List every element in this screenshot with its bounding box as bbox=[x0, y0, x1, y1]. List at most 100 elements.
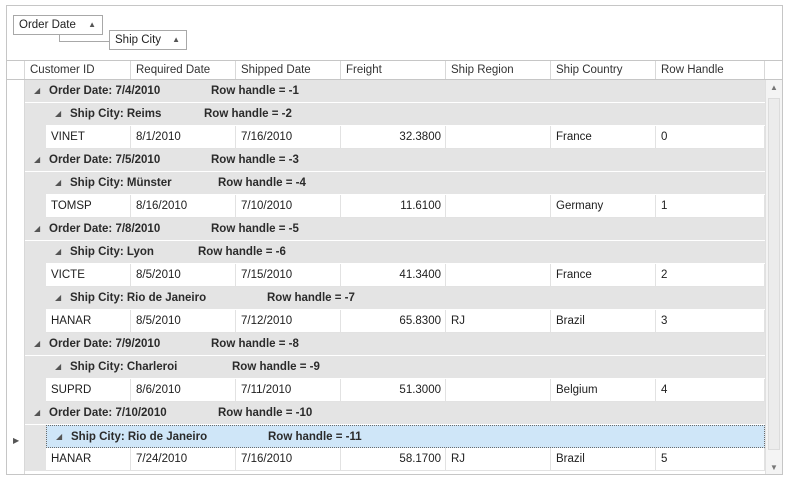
table-cell[interactable]: France bbox=[551, 126, 656, 148]
group-row-ship-city[interactable]: ◢ Ship City: Charleroi Row handle = -9 bbox=[46, 356, 765, 379]
group-indent bbox=[25, 195, 46, 218]
group-row-ship-city[interactable]: ◢ Ship City: Rio de Janeiro Row handle = -… bbox=[46, 425, 765, 448]
scroll-down-icon[interactable]: ▼ bbox=[766, 460, 782, 474]
collapse-group-icon[interactable]: ◢ bbox=[55, 241, 61, 263]
group-button-order-date[interactable]: Order Date ▲ bbox=[13, 15, 103, 35]
vertical-scrollbar[interactable]: ▲ ▼ bbox=[765, 80, 782, 474]
table-cell[interactable]: VINET bbox=[46, 126, 131, 148]
table-cell[interactable]: HANAR bbox=[46, 310, 131, 332]
table-cell[interactable]: 58.1700 bbox=[341, 448, 446, 470]
table-cell[interactable]: 8/6/2010 bbox=[131, 379, 236, 401]
group-row-order-date[interactable]: ◢ Order Date: 7/10/2010 Row handle = -10 bbox=[25, 402, 765, 425]
table-row[interactable]: TOMSP 8/16/2010 7/10/2010 11.6100 Germany 1 bbox=[46, 195, 765, 218]
table-cell[interactable]: 7/12/2010 bbox=[236, 310, 341, 332]
table-row[interactable]: VINET 8/1/2010 7/16/2010 32.3800 France 0 bbox=[46, 126, 765, 149]
group-row-order-date[interactable]: ◢ Order Date: 7/5/2010 Row handle = -3 bbox=[25, 149, 765, 172]
group-row-handle: Row handle = -9 bbox=[232, 361, 320, 373]
scrollbar-thumb[interactable] bbox=[768, 98, 780, 450]
collapse-group-icon[interactable]: ◢ bbox=[56, 426, 62, 448]
column-header-required-date[interactable]: Required Date bbox=[131, 61, 236, 79]
table-cell[interactable] bbox=[446, 379, 551, 401]
table-cell[interactable]: 65.8300 bbox=[341, 310, 446, 332]
group-button-label: Order Date bbox=[19, 19, 76, 31]
data-grid[interactable]: Order Date ▲ Ship City ▲ Customer ID Req… bbox=[6, 5, 783, 475]
group-row-ship-city[interactable]: ◢ Ship City: Rio de Janeiro Row handle = -… bbox=[46, 287, 765, 310]
group-indent bbox=[25, 264, 46, 287]
table-cell[interactable]: 51.3000 bbox=[341, 379, 446, 401]
group-row-ship-city[interactable]: ◢ Ship City: Münster Row handle = -4 bbox=[46, 172, 765, 195]
table-cell[interactable]: 11.6100 bbox=[341, 195, 446, 217]
group-row-label: Order Date: 7/10/2010 bbox=[49, 407, 167, 419]
collapse-group-icon[interactable]: ◢ bbox=[55, 356, 61, 378]
table-cell[interactable]: 0 bbox=[656, 126, 765, 148]
table-cell[interactable]: 8/5/2010 bbox=[131, 310, 236, 332]
table-cell[interactable]: TOMSP bbox=[46, 195, 131, 217]
table-cell[interactable]: 3 bbox=[656, 310, 765, 332]
table-cell[interactable]: 8/16/2010 bbox=[131, 195, 236, 217]
group-row-label: Ship City: Lyon bbox=[70, 246, 154, 258]
collapse-group-icon[interactable]: ◢ bbox=[34, 402, 40, 424]
table-cell[interactable]: 8/5/2010 bbox=[131, 264, 236, 286]
group-row-label: Ship City: Rio de Janeiro bbox=[70, 292, 207, 304]
table-cell[interactable] bbox=[446, 126, 551, 148]
table-row[interactable]: SUPRD 8/6/2010 7/11/2010 51.3000 Belgium 4 bbox=[46, 379, 765, 402]
group-row-ship-city[interactable]: ◢ Ship City: Lyon Row handle = -6 bbox=[46, 241, 765, 264]
table-cell[interactable]: HANAR bbox=[46, 448, 131, 470]
group-row-handle: Row handle = -4 bbox=[218, 177, 306, 189]
table-cell[interactable] bbox=[446, 264, 551, 286]
header-indicator-cell bbox=[7, 61, 25, 79]
column-header-customer-id[interactable]: Customer ID bbox=[25, 61, 131, 79]
table-cell[interactable]: 7/24/2010 bbox=[131, 448, 236, 470]
table-cell[interactable]: 32.3800 bbox=[341, 126, 446, 148]
table-cell[interactable]: 4 bbox=[656, 379, 765, 401]
table-cell[interactable]: 7/15/2010 bbox=[236, 264, 341, 286]
table-cell[interactable]: 7/16/2010 bbox=[236, 448, 341, 470]
table-cell[interactable]: Germany bbox=[551, 195, 656, 217]
table-cell[interactable]: France bbox=[551, 264, 656, 286]
table-cell[interactable]: 2 bbox=[656, 264, 765, 286]
collapse-group-icon[interactable]: ◢ bbox=[55, 103, 61, 125]
group-indent bbox=[25, 379, 46, 402]
table-cell[interactable]: RJ bbox=[446, 310, 551, 332]
column-header-shipped-date[interactable]: Shipped Date bbox=[236, 61, 341, 79]
group-button-ship-city[interactable]: Ship City ▲ bbox=[109, 30, 187, 50]
column-header-row-handle[interactable]: Row Handle bbox=[656, 61, 765, 79]
column-header-ship-country[interactable]: Ship Country bbox=[551, 61, 656, 79]
group-panel[interactable]: Order Date ▲ Ship City ▲ bbox=[7, 6, 782, 60]
table-cell[interactable]: 1 bbox=[656, 195, 765, 217]
group-row-ship-city[interactable]: ◢ Ship City: Reims Row handle = -2 bbox=[46, 103, 765, 126]
table-cell[interactable]: RJ bbox=[446, 448, 551, 470]
collapse-group-icon[interactable]: ◢ bbox=[34, 333, 40, 355]
table-row[interactable]: HANAR 7/24/2010 7/16/2010 58.1700 RJ Brazil 5 bbox=[46, 448, 765, 471]
table-cell[interactable]: Brazil bbox=[551, 310, 656, 332]
collapse-group-icon[interactable]: ◢ bbox=[34, 218, 40, 240]
table-cell[interactable]: 41.3400 bbox=[341, 264, 446, 286]
table-row[interactable]: VICTE 8/5/2010 7/15/2010 41.3400 France 2 bbox=[46, 264, 765, 287]
collapse-group-icon[interactable]: ◢ bbox=[34, 149, 40, 171]
group-row-handle: Row handle = -11 bbox=[268, 431, 362, 443]
table-row[interactable]: HANAR 8/5/2010 7/12/2010 65.8300 RJ Brazil 3 bbox=[46, 310, 765, 333]
group-row-handle: Row handle = -5 bbox=[211, 223, 299, 235]
group-row-handle: Row handle = -6 bbox=[198, 246, 286, 258]
table-cell[interactable]: 7/11/2010 bbox=[236, 379, 341, 401]
group-indent bbox=[25, 103, 46, 126]
table-cell[interactable]: Belgium bbox=[551, 379, 656, 401]
table-cell[interactable]: VICTE bbox=[46, 264, 131, 286]
group-row-handle: Row handle = -8 bbox=[211, 338, 299, 350]
table-cell[interactable]: 5 bbox=[656, 448, 765, 470]
group-row-order-date[interactable]: ◢ Order Date: 7/8/2010 Row handle = -5 bbox=[25, 218, 765, 241]
collapse-group-icon[interactable]: ◢ bbox=[55, 287, 61, 309]
scroll-up-icon[interactable]: ▲ bbox=[766, 80, 782, 96]
table-cell[interactable]: 7/16/2010 bbox=[236, 126, 341, 148]
table-cell[interactable]: Brazil bbox=[551, 448, 656, 470]
table-cell[interactable]: 8/1/2010 bbox=[131, 126, 236, 148]
table-cell[interactable]: 7/10/2010 bbox=[236, 195, 341, 217]
group-row-order-date[interactable]: ◢ Order Date: 7/9/2010 Row handle = -8 bbox=[25, 333, 765, 356]
collapse-group-icon[interactable]: ◢ bbox=[55, 172, 61, 194]
table-cell[interactable] bbox=[446, 195, 551, 217]
group-row-order-date[interactable]: ◢ Order Date: 7/4/2010 Row handle = -1 bbox=[25, 80, 765, 103]
column-header-freight[interactable]: Freight bbox=[341, 61, 446, 79]
column-header-ship-region[interactable]: Ship Region bbox=[446, 61, 551, 79]
table-cell[interactable]: SUPRD bbox=[46, 379, 131, 401]
collapse-group-icon[interactable]: ◢ bbox=[34, 80, 40, 102]
